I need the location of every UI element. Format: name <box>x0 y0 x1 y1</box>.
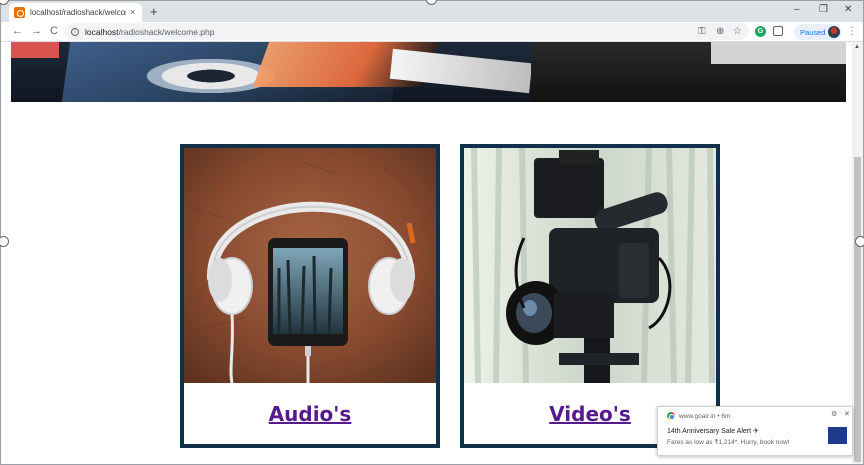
video-camera-illustration <box>464 148 716 383</box>
url-text: localhost/radioshack/welcome.php <box>85 27 214 37</box>
scroll-up-arrow-icon[interactable]: ▲ <box>854 44 860 50</box>
video-link[interactable]: Video's <box>549 402 631 426</box>
notification-age: 6m <box>721 412 731 420</box>
minimize-button[interactable]: – <box>794 3 800 17</box>
audio-link[interactable]: Audio's <box>269 402 352 426</box>
extension-icon[interactable] <box>773 26 783 36</box>
zoom-icon[interactable]: ⊕ <box>716 25 724 38</box>
notification-site: www.goair.in <box>679 412 716 420</box>
key-icon[interactable]: ⚿ <box>698 25 706 38</box>
site-favicon-icon <box>14 7 25 18</box>
address-bar[interactable]: i localhost/radioshack/welcome.php <box>65 23 749 40</box>
hero-banner-image <box>11 42 846 102</box>
video-card[interactable]: Video's <box>460 144 720 448</box>
site-info-icon[interactable]: i <box>71 27 79 36</box>
grammarly-extension-icon[interactable]: G <box>755 26 766 37</box>
page-scrollbar[interactable]: ▲ <box>852 42 863 464</box>
tab-title: localhost/radioshack/welcome.p <box>30 8 126 17</box>
close-window-button[interactable]: ✕ <box>844 3 852 17</box>
url-host: localhost <box>85 26 119 37</box>
profile-status: Paused <box>800 27 826 37</box>
url-path: /radioshack/welcome.php <box>118 26 215 37</box>
gear-icon[interactable]: ⚙ <box>831 410 837 418</box>
menu-icon[interactable]: ⋮ <box>847 25 857 38</box>
banner-shape <box>11 42 59 58</box>
bookmark-star-icon[interactable]: ☆ <box>733 25 742 38</box>
avatar <box>828 26 840 38</box>
notification-body: Fares as low as ₹1,214*. Hurry, book now… <box>667 439 790 446</box>
forward-button[interactable]: → <box>31 24 42 39</box>
active-tab[interactable]: localhost/radioshack/welcome.p × <box>9 3 142 22</box>
new-tab-button[interactable]: + <box>150 4 158 19</box>
tab-close-icon[interactable]: × <box>130 8 135 17</box>
headphones-phone-image <box>184 148 436 383</box>
close-icon[interactable]: ✕ <box>844 410 850 418</box>
audio-caption: Audio's <box>184 383 436 444</box>
headphones-illustration <box>184 148 436 383</box>
browser-toolbar: ← → C i localhost/radioshack/welcome.php… <box>1 22 863 42</box>
banner-shape <box>711 42 846 64</box>
profile-button[interactable]: Paused <box>794 24 842 40</box>
push-notification[interactable]: www.goair.in • 6m ⚙ ✕ 14th Anniversary S… <box>657 406 853 456</box>
browser-window: localhost/radioshack/welcome.p × + – ❐ ✕… <box>0 0 864 465</box>
selection-handle[interactable] <box>855 236 864 247</box>
notification-title: 14th Anniversary Sale Alert ✈ <box>667 428 759 435</box>
back-button[interactable]: ← <box>12 24 23 39</box>
audio-card[interactable]: Audio's <box>180 144 440 448</box>
reload-button[interactable]: C <box>50 24 58 39</box>
notification-source: www.goair.in • 6m <box>667 412 730 420</box>
page-viewport: Audio's Video's <box>1 42 852 464</box>
chrome-icon <box>667 412 675 420</box>
scroll-thumb[interactable] <box>854 157 861 462</box>
video-camera-image <box>464 148 716 383</box>
maximize-button[interactable]: ❐ <box>819 3 828 17</box>
goair-logo <box>828 427 847 444</box>
